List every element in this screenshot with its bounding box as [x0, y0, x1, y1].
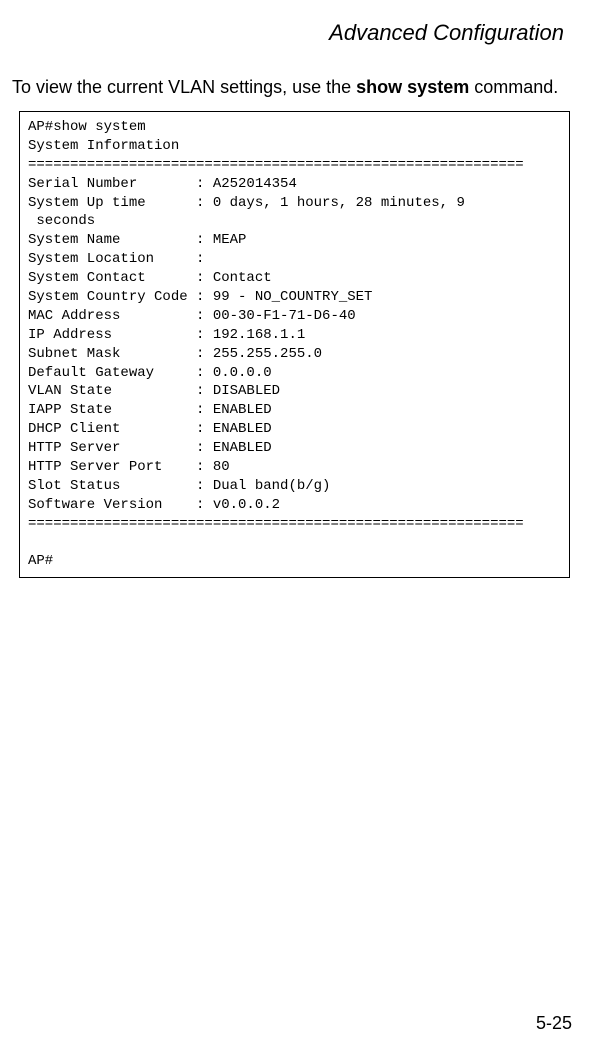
terminal-line: AP#: [28, 553, 53, 569]
terminal-line: System Up time : 0 days, 1 hours, 28 min…: [28, 195, 473, 211]
terminal-line: ========================================…: [28, 516, 524, 532]
intro-suffix: command.: [469, 77, 558, 97]
terminal-line: System Location :: [28, 251, 213, 267]
terminal-line: IP Address : 192.168.1.1: [28, 327, 305, 343]
terminal-line: System Country Code : 99 - NO_COUNTRY_SE…: [28, 289, 372, 305]
terminal-line: Software Version : v0.0.0.2: [28, 497, 280, 513]
terminal-line: VLAN State : DISABLED: [28, 383, 280, 399]
terminal-line: Serial Number : A252014354: [28, 176, 297, 192]
terminal-line: seconds: [28, 213, 95, 229]
terminal-line: DHCP Client : ENABLED: [28, 421, 272, 437]
section-title: Advanced Configuration: [22, 20, 564, 46]
terminal-line: ========================================…: [28, 157, 524, 173]
terminal-line: System Information: [28, 138, 179, 154]
terminal-output: AP#show system System Information ======…: [19, 111, 570, 578]
terminal-line: AP#show system: [28, 119, 146, 135]
intro-paragraph: To view the current VLAN settings, use t…: [12, 74, 572, 101]
page-number: 5-25: [536, 1013, 572, 1034]
terminal-line: Slot Status : Dual band(b/g): [28, 478, 330, 494]
terminal-line: System Contact : Contact: [28, 270, 272, 286]
terminal-line: Subnet Mask : 255.255.255.0: [28, 346, 322, 362]
terminal-line: Default Gateway : 0.0.0.0: [28, 365, 272, 381]
intro-bold-command: show system: [356, 77, 469, 97]
terminal-line: HTTP Server : ENABLED: [28, 440, 272, 456]
terminal-line: HTTP Server Port : 80: [28, 459, 230, 475]
terminal-line: MAC Address : 00-30-F1-71-D6-40: [28, 308, 356, 324]
terminal-line: IAPP State : ENABLED: [28, 402, 272, 418]
terminal-line: System Name : MEAP: [28, 232, 246, 248]
intro-prefix: To view the current VLAN settings, use t…: [12, 77, 356, 97]
